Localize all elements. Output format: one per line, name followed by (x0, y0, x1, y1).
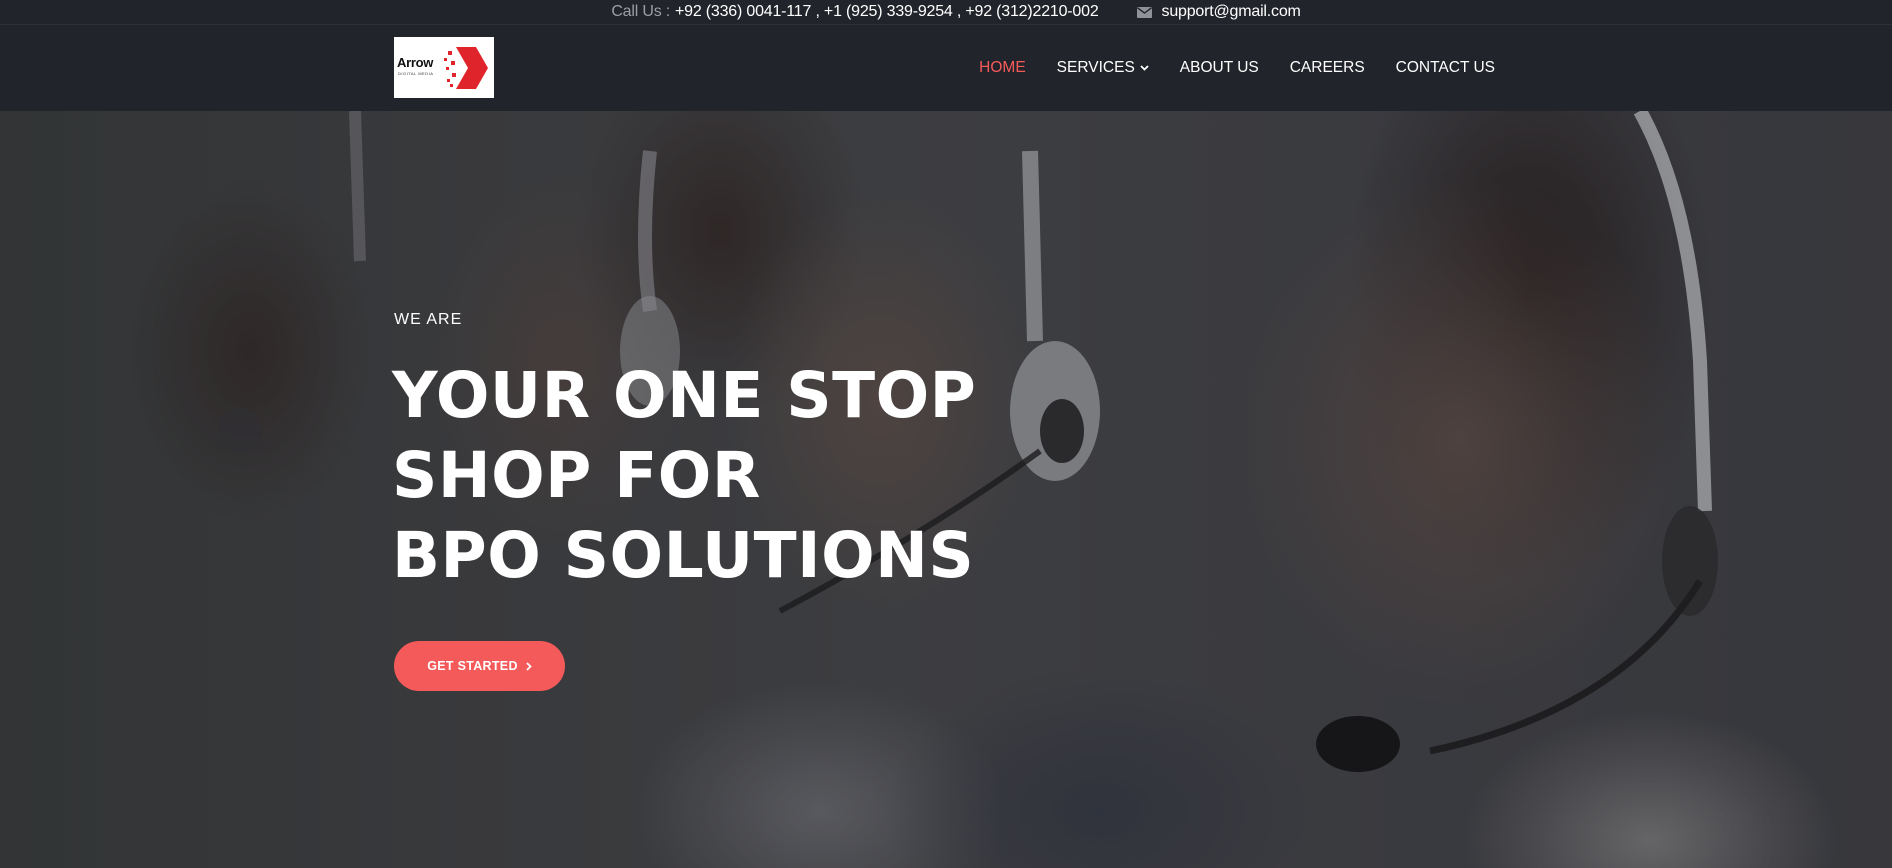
logo[interactable]: Arrow DIGITAL MEDIA (394, 37, 494, 98)
hero-eyebrow: WE ARE (394, 311, 463, 328)
hero-headline: YOUR ONE STOP SHOP FOR BPO SOLUTIONS (392, 356, 1012, 596)
call-us-info: Call Us : +92 (336) 0041-117 , +1 (925) … (611, 3, 1098, 21)
email-info: support@gmail.com (1136, 3, 1301, 21)
nav-services[interactable]: SERVICES (1057, 59, 1149, 77)
nav-home[interactable]: HOME (979, 59, 1026, 77)
nav-careers[interactable]: CAREERS (1290, 59, 1365, 77)
phone-numbers[interactable]: +92 (336) 0041-117 , +1 (925) 339-9254 ,… (675, 3, 1099, 21)
logo-subtext: DIGITAL MEDIA (398, 71, 434, 76)
hero-section: WE ARE YOUR ONE STOP SHOP FOR BPO SOLUTI… (0, 111, 1892, 868)
top-contact-bar: Call Us : +92 (336) 0041-117 , +1 (925) … (0, 0, 1892, 25)
nav-services-label: SERVICES (1056, 59, 1135, 76)
nav-careers-label: CAREERS (1289, 59, 1365, 76)
nav-contact-us[interactable]: CONTACT US (1396, 59, 1495, 77)
support-email[interactable]: support@gmail.com (1162, 3, 1301, 21)
get-started-label: GET STARTED (427, 659, 518, 673)
chevron-right-icon (526, 661, 532, 671)
logo-arrow-icon (444, 47, 488, 89)
call-us-label: Call Us : (611, 3, 670, 20)
envelope-icon (1136, 6, 1152, 18)
nav-contact-us-label: CONTACT US (1395, 59, 1495, 76)
headline-line-2: SHOP FOR (392, 439, 761, 512)
site-header: Arrow DIGITAL MEDIA HOME SERVICES ABOUT … (0, 25, 1892, 111)
nav-about-us[interactable]: ABOUT US (1180, 59, 1259, 77)
nav-about-us-label: ABOUT US (1179, 59, 1259, 76)
get-started-button[interactable]: GET STARTED (394, 641, 565, 691)
headline-line-1: YOUR ONE STOP (392, 359, 977, 432)
nav-home-label: HOME (979, 59, 1026, 76)
headline-line-3: BPO SOLUTIONS (392, 519, 975, 592)
main-nav: HOME SERVICES ABOUT US CAREERS CONTACT U… (979, 25, 1495, 111)
logo-text: Arrow (397, 55, 434, 70)
chevron-down-icon (1140, 65, 1149, 71)
